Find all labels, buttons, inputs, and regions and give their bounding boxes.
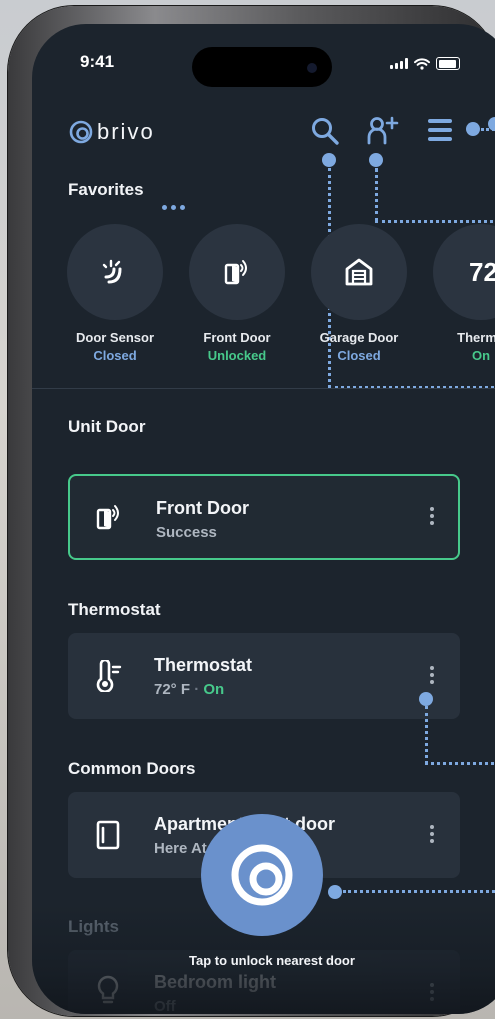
thermostat-card[interactable]: Thermostat 72° F · On: [68, 633, 460, 719]
unit-door-title: Unit Door: [68, 417, 146, 436]
more-options-icon[interactable]: [430, 983, 434, 1001]
camera-lens: [307, 63, 317, 73]
app-screen: 9:41 brivo Favorites Door Sensor Closed …: [32, 24, 495, 1014]
card-title: Front Door: [156, 498, 249, 518]
favorite-name: Door Sensor: [75, 330, 154, 345]
favorite-door-sensor-circle[interactable]: [67, 224, 163, 320]
lightbulb-icon: [97, 975, 119, 1004]
favorite-thermostat-value: 72: [469, 256, 495, 287]
card-title: Bedroom light: [154, 972, 276, 992]
callout-end-menu: [488, 117, 495, 131]
phone-frame: 9:41 brivo Favorites Door Sensor Closed …: [8, 6, 495, 1016]
favorite-thermostat[interactable]: 72 Thermo On: [426, 224, 495, 363]
favorite-name: Garage Door: [319, 330, 399, 345]
favorites-title: Favorites: [68, 180, 144, 199]
callout-dot-search: [322, 153, 336, 167]
card-title: Thermostat: [154, 655, 253, 675]
favorite-status: On: [471, 348, 491, 363]
thermostat-state: On: [203, 681, 225, 698]
callout-dot-unlock: [328, 885, 342, 899]
garage-icon: [345, 258, 373, 286]
battery-icon: [436, 57, 460, 70]
favorite-front-door[interactable]: Front Door Unlocked: [182, 224, 292, 363]
favorite-name: Thermo: [457, 330, 495, 345]
callout-line-unlock: [343, 890, 495, 893]
lights-title: Lights: [68, 917, 119, 936]
more-options-icon[interactable]: [430, 666, 434, 684]
favorite-thermostat-circle[interactable]: 72: [433, 224, 495, 320]
status-icons: [390, 57, 460, 70]
callout-line-thermostat-h: [425, 762, 495, 765]
callout-line-add-user: [375, 168, 378, 222]
menu-icon[interactable]: [427, 116, 453, 144]
common-doors-title: Common Doors: [68, 759, 196, 778]
card-status: 72° F · On: [154, 681, 224, 698]
thermostat-title: Thermostat: [68, 600, 161, 619]
brivo-logo-mark-icon: [69, 120, 93, 144]
callout-line-add-user-h: [375, 220, 495, 223]
status-time: 9:41: [80, 52, 115, 71]
unlock-label: Tap to unlock nearest door: [189, 953, 355, 968]
favorite-status: Closed: [337, 348, 381, 363]
brivo-unlock-icon: [231, 844, 293, 906]
add-user-icon[interactable]: [366, 116, 400, 146]
unit-door-card[interactable]: Front Door Success: [68, 474, 460, 560]
callout-dot-add-user: [369, 153, 383, 167]
signal-icon: [390, 58, 408, 69]
callout-line-thermostat: [425, 706, 428, 764]
favorite-door-sensor[interactable]: Door Sensor Closed: [60, 224, 170, 363]
brand-name: brivo: [97, 119, 155, 144]
thermostat-temp: 72° F: [154, 681, 191, 698]
card-status: Success: [156, 524, 217, 541]
callout-dot-menu: [466, 122, 480, 136]
section-divider: [32, 388, 495, 389]
callout-dot-thermostat: [419, 692, 433, 706]
door-sensor-icon: [102, 259, 122, 284]
favorites-more-icon[interactable]: [162, 205, 185, 210]
favorite-garage-door-circle[interactable]: [311, 224, 407, 320]
favorite-status: Closed: [93, 348, 137, 363]
more-options-icon[interactable]: [430, 825, 434, 843]
unlock-nearest-door-button[interactable]: [201, 814, 323, 936]
card-location: Here At: [154, 840, 207, 857]
favorite-garage-door[interactable]: Garage Door Closed: [304, 224, 414, 363]
thermometer-icon: [96, 660, 122, 692]
separator: ·: [194, 681, 200, 698]
more-options-icon[interactable]: [430, 507, 434, 525]
brivo-logo: brivo: [69, 119, 155, 145]
search-icon[interactable]: [310, 116, 340, 146]
favorite-name: Front Door: [203, 330, 271, 345]
wifi-icon: [414, 57, 430, 70]
wireless-door-icon: [224, 260, 247, 285]
favorite-status: Unlocked: [207, 348, 267, 363]
wireless-door-icon: [96, 505, 119, 530]
door-icon: [96, 820, 120, 850]
favorite-front-door-circle[interactable]: [189, 224, 285, 320]
card-status: Off: [154, 998, 176, 1014]
